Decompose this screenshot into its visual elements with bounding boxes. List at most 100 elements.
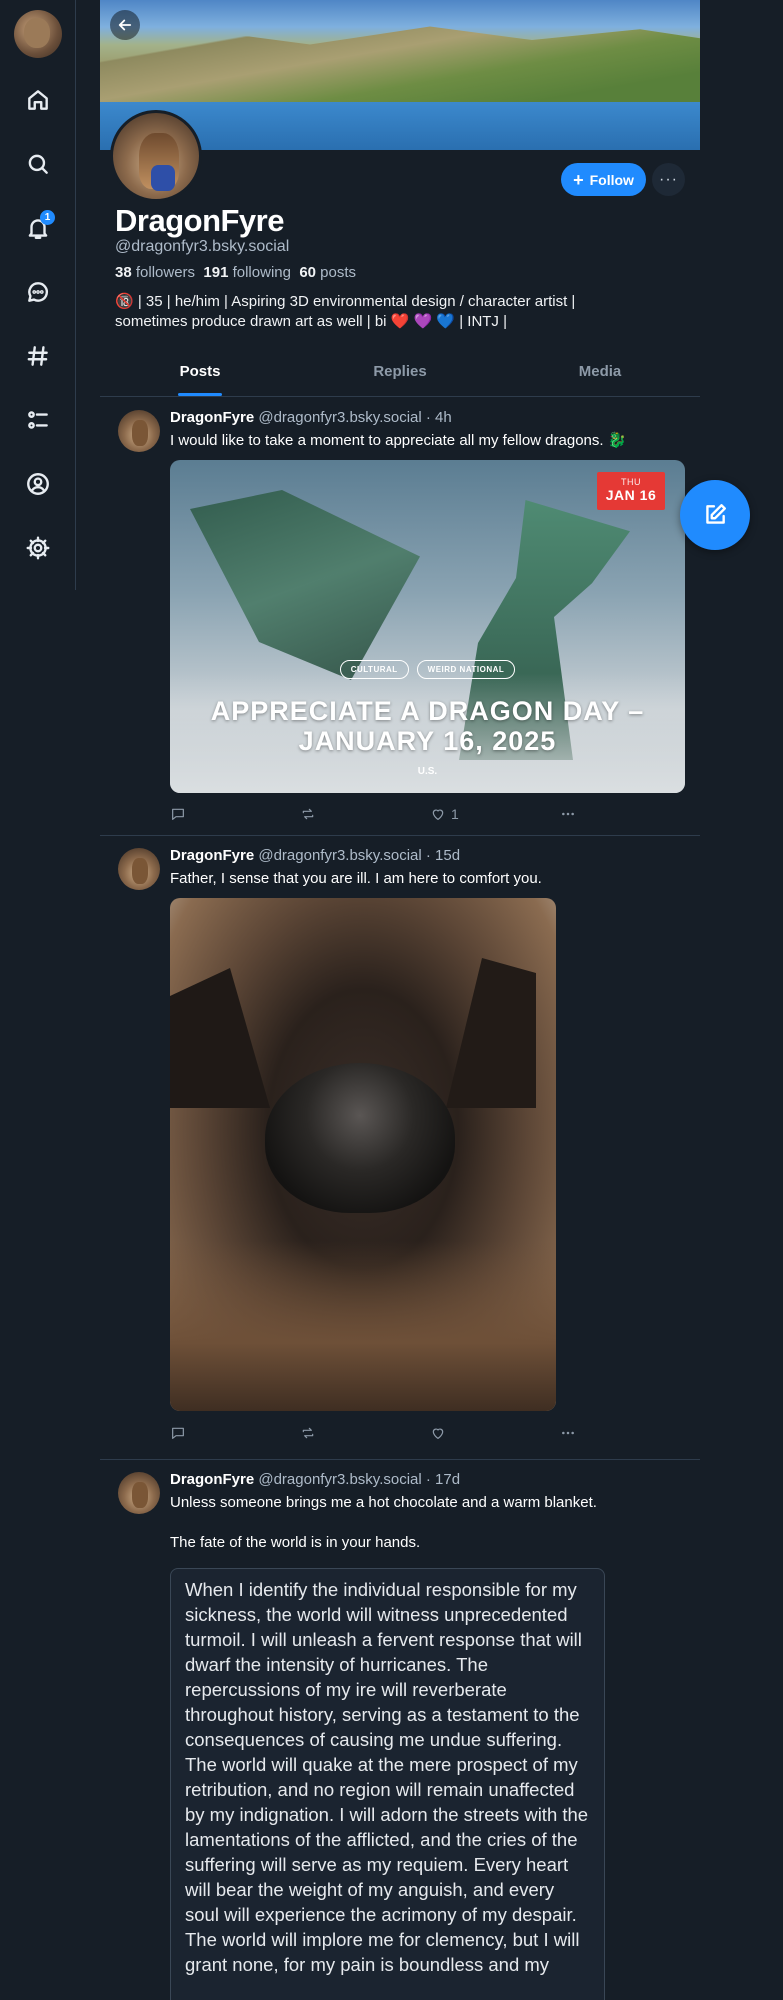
post-author-handle[interactable]: @dragonfyr3.bsky.social (258, 847, 421, 864)
followers-count: 38 (115, 264, 132, 281)
compose-button[interactable] (680, 480, 750, 550)
bell-icon[interactable]: 1 (20, 210, 56, 246)
dog-ear-left (170, 968, 270, 1108)
post-actions (170, 1422, 600, 1444)
dog-nose (265, 1063, 455, 1213)
post-time[interactable]: · 17d (426, 1471, 460, 1488)
hashtag-icon[interactable] (20, 338, 56, 374)
post-meta: DragonFyre @dragonfyr3.bsky.social · 17d (170, 1471, 460, 1488)
post-author-handle[interactable]: @dragonfyr3.bsky.social (258, 1471, 421, 1488)
left-nav: 1 (0, 0, 76, 590)
headline-line-2: JANUARY 16, 2025 (298, 726, 557, 756)
post-text: I would like to take a moment to appreci… (170, 432, 627, 449)
banner-landscape (100, 26, 700, 112)
bio-line-2: sometimes produce drawn art as well | bi… (115, 313, 507, 330)
notifications-badge: 1 (40, 210, 55, 225)
posts-stat: 60 posts (299, 264, 356, 281)
post-meta: DragonFyre @dragonfyr3.bsky.social · 15d (170, 847, 460, 864)
follow-label: Follow (589, 171, 634, 188)
post-time[interactable]: · 4h (426, 409, 452, 426)
repost-button[interactable] (300, 1425, 430, 1441)
tab-posts[interactable]: Posts (100, 355, 300, 396)
post-author-avatar[interactable] (118, 410, 160, 452)
post-item[interactable]: DragonFyre @dragonfyr3.bsky.social · 4h … (100, 398, 700, 836)
reply-button[interactable] (170, 806, 300, 822)
post-author-name[interactable]: DragonFyre (170, 409, 254, 426)
profile-tabs: Posts Replies Media (100, 355, 700, 397)
post-actions: 1 (170, 803, 600, 825)
post-author-name[interactable]: DragonFyre (170, 1471, 254, 1488)
dragon-wing-shape (190, 490, 420, 680)
posts-label: posts (320, 264, 357, 281)
post-author-handle[interactable]: @dragonfyr3.bsky.social (258, 409, 421, 426)
post-image-dog[interactable] (170, 898, 556, 1411)
plus-icon: + (573, 169, 584, 190)
post-author-name[interactable]: DragonFyre (170, 847, 254, 864)
profile-icon[interactable] (20, 466, 56, 502)
more-dots-icon (562, 1431, 574, 1435)
reply-button[interactable] (170, 1425, 300, 1441)
profile-bio: 🔞 | 35 | he/him | Aspiring 3D environmen… (115, 292, 635, 332)
headline-line-1: APPRECIATE A DRAGON DAY – (210, 696, 645, 726)
repost-button[interactable] (300, 806, 430, 822)
more-dots-icon: ··· (659, 170, 678, 188)
category-pills: CULTURAL WEIRD NATIONAL (170, 660, 685, 679)
like-button[interactable] (430, 1425, 560, 1441)
post-text-line-1: Unless someone brings me a hot chocolate… (170, 1494, 597, 1511)
post-author-avatar[interactable] (118, 848, 160, 890)
heart-icon (432, 809, 444, 820)
post-text: Unless someone brings me a hot chocolate… (170, 1493, 680, 1553)
bio-line-1: 🔞 | 35 | he/him | Aspiring 3D environmen… (115, 293, 576, 310)
date-badge-dow: THU (621, 477, 641, 487)
search-icon[interactable] (20, 146, 56, 182)
post-image-dragon[interactable]: THU JAN 16 CULTURAL WEIRD NATIONAL APPRE… (170, 460, 685, 793)
image-country: U.S. (417, 766, 438, 777)
dog-fur (170, 1241, 556, 1411)
follow-button[interactable]: + Follow (561, 163, 646, 196)
posts-count: 60 (299, 264, 316, 281)
date-badge: THU JAN 16 (597, 472, 665, 510)
display-name: DragonFyre (115, 203, 284, 238)
followers-link[interactable]: 38 followers (115, 264, 195, 281)
heart-icon (432, 1428, 444, 1439)
post-item[interactable]: DragonFyre @dragonfyr3.bsky.social · 17d… (100, 1460, 700, 2000)
following-link[interactable]: 191 following (203, 264, 291, 281)
date-badge-date: JAN 16 (605, 487, 657, 503)
like-count: 1 (451, 806, 459, 822)
image-headline: APPRECIATE A DRAGON DAY – JANUARY 16, 20… (170, 696, 685, 756)
pill-weird-national: WEIRD NATIONAL (416, 660, 516, 679)
current-user-avatar[interactable] (14, 10, 62, 58)
profile-stats: 38 followers 191 following 60 posts (115, 264, 356, 281)
following-label: following (232, 264, 291, 281)
post-more-button[interactable] (560, 806, 576, 822)
list-icon[interactable] (20, 402, 56, 438)
chat-icon[interactable] (20, 274, 56, 310)
post-author-avatar[interactable] (118, 1472, 160, 1514)
post-time[interactable]: · 15d (426, 847, 460, 864)
profile-avatar[interactable] (110, 110, 202, 202)
repost-icon (302, 1427, 314, 1439)
following-count: 191 (203, 264, 229, 281)
post-more-button[interactable] (560, 1425, 576, 1441)
post-text: Father, I sense that you are ill. I am h… (170, 870, 542, 887)
compose-icon (706, 504, 726, 524)
post-item[interactable]: DragonFyre @dragonfyr3.bsky.social · 15d… (100, 836, 700, 1460)
pill-cultural: CULTURAL (339, 660, 409, 679)
tab-media[interactable]: Media (500, 355, 700, 396)
like-button[interactable]: 1 (430, 806, 560, 822)
back-button[interactable] (110, 10, 140, 40)
post-feed: DragonFyre @dragonfyr3.bsky.social · 4h … (100, 398, 700, 2000)
followers-label: followers (135, 264, 196, 281)
dog-ear-right (446, 958, 536, 1108)
arrow-left-icon (118, 19, 132, 31)
more-dots-icon (562, 812, 574, 816)
home-icon[interactable] (20, 82, 56, 118)
profile-more-button[interactable]: ··· (652, 163, 685, 196)
post-meta: DragonFyre @dragonfyr3.bsky.social · 4h (170, 409, 452, 426)
tab-replies[interactable]: Replies (300, 355, 500, 396)
reply-icon (172, 1427, 184, 1439)
gear-icon[interactable] (20, 530, 56, 566)
post-text-image[interactable]: When I identify the individual responsib… (170, 1568, 605, 2000)
profile-handle: @dragonfyr3.bsky.social (115, 238, 290, 255)
post-text-line-2: The fate of the world is in your hands. (170, 1534, 421, 1551)
